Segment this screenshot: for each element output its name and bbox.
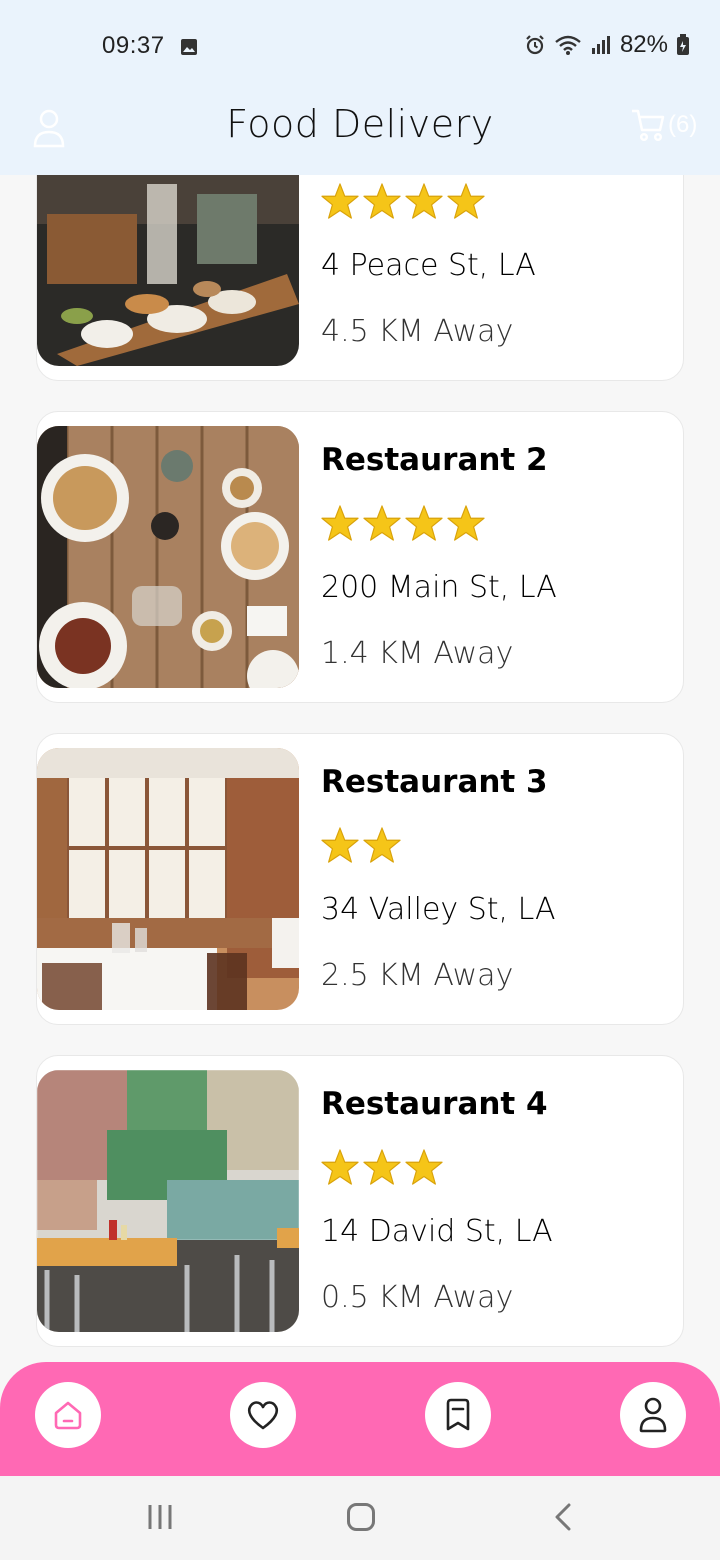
- battery-percentage: 82%: [619, 31, 668, 58]
- restaurant-address: 34 Valley St, LA: [321, 892, 556, 927]
- restaurant-distance: 0.5 KM Away: [321, 1280, 514, 1315]
- rating-stars: [321, 182, 485, 220]
- heart-icon: [247, 1401, 279, 1430]
- app-header: Food Delivery (6): [0, 88, 720, 175]
- alarm-icon: [526, 35, 544, 55]
- signal-icon: [591, 36, 610, 54]
- back-icon[interactable]: [552, 1502, 574, 1532]
- star-icon: [321, 505, 359, 541]
- restaurant-name: Restaurant 3: [321, 764, 548, 800]
- restaurant-distance: 1.4 KM Away: [321, 636, 514, 671]
- nav-home-button[interactable]: [35, 1382, 101, 1448]
- profile-icon: [639, 1397, 667, 1433]
- status-time: 09:37: [102, 32, 165, 59]
- restaurant-card[interactable]: Restaurant 4 14 David St, LA 0.5 KM Away: [36, 1055, 684, 1347]
- star-icon: [321, 183, 359, 219]
- restaurant-photo: [37, 1070, 299, 1332]
- bottom-navigation: [0, 1362, 720, 1476]
- star-icon: [405, 183, 443, 219]
- restaurant-card[interactable]: Restaurant 3 34 Valley St, LA 2.5 KM Awa…: [36, 733, 684, 1025]
- restaurant-card[interactable]: Restaurant 2 200 Main St, LA 1.4 KM Away: [36, 411, 684, 703]
- rating-stars: [321, 1148, 443, 1186]
- cart-count: (6): [668, 111, 698, 138]
- star-icon: [321, 827, 359, 863]
- restaurant-list[interactable]: 4 Peace St, LA 4.5 KM Away Restaurant 2 …: [0, 175, 720, 1362]
- restaurant-address: 14 David St, LA: [321, 1214, 553, 1249]
- battery-icon: [677, 34, 689, 55]
- star-icon: [405, 505, 443, 541]
- recent-apps-icon[interactable]: [146, 1502, 174, 1532]
- wifi-icon: [555, 35, 581, 55]
- restaurant-address: 200 Main St, LA: [321, 570, 557, 605]
- status-bar: 09:37 82%: [0, 0, 720, 88]
- page-title: Food Delivery: [226, 102, 494, 146]
- star-icon: [363, 183, 401, 219]
- system-navigation-bar: [0, 1476, 720, 1560]
- cart-icon: [632, 109, 665, 142]
- nav-favorites-button[interactable]: [230, 1382, 296, 1448]
- restaurant-distance: 4.5 KM Away: [321, 314, 514, 349]
- star-icon: [363, 1149, 401, 1185]
- star-icon: [363, 505, 401, 541]
- status-right: 82%: [524, 31, 690, 59]
- nav-profile-button[interactable]: [620, 1382, 686, 1448]
- restaurant-photo: [37, 426, 299, 688]
- restaurant-photo: [37, 175, 299, 366]
- restaurant-distance: 2.5 KM Away: [321, 958, 514, 993]
- star-icon: [447, 183, 485, 219]
- restaurant-photo: [37, 748, 299, 1010]
- home-icon: [54, 1401, 82, 1430]
- star-icon: [405, 1149, 443, 1185]
- rating-stars: [321, 504, 485, 542]
- home-system-icon[interactable]: [346, 1502, 376, 1532]
- restaurant-card[interactable]: 4 Peace St, LA 4.5 KM Away: [36, 175, 684, 381]
- star-icon: [447, 505, 485, 541]
- image-notification-icon: [181, 39, 197, 55]
- bookmark-icon: [446, 1398, 470, 1431]
- restaurant-address: 4 Peace St, LA: [321, 248, 536, 283]
- star-icon: [321, 1149, 359, 1185]
- restaurant-name: Restaurant 2: [321, 442, 548, 478]
- star-icon: [363, 827, 401, 863]
- restaurant-name: Restaurant 4: [321, 1086, 548, 1122]
- rating-stars: [321, 826, 401, 864]
- cart-button[interactable]: (6): [630, 108, 697, 142]
- nav-saved-button[interactable]: [425, 1382, 491, 1448]
